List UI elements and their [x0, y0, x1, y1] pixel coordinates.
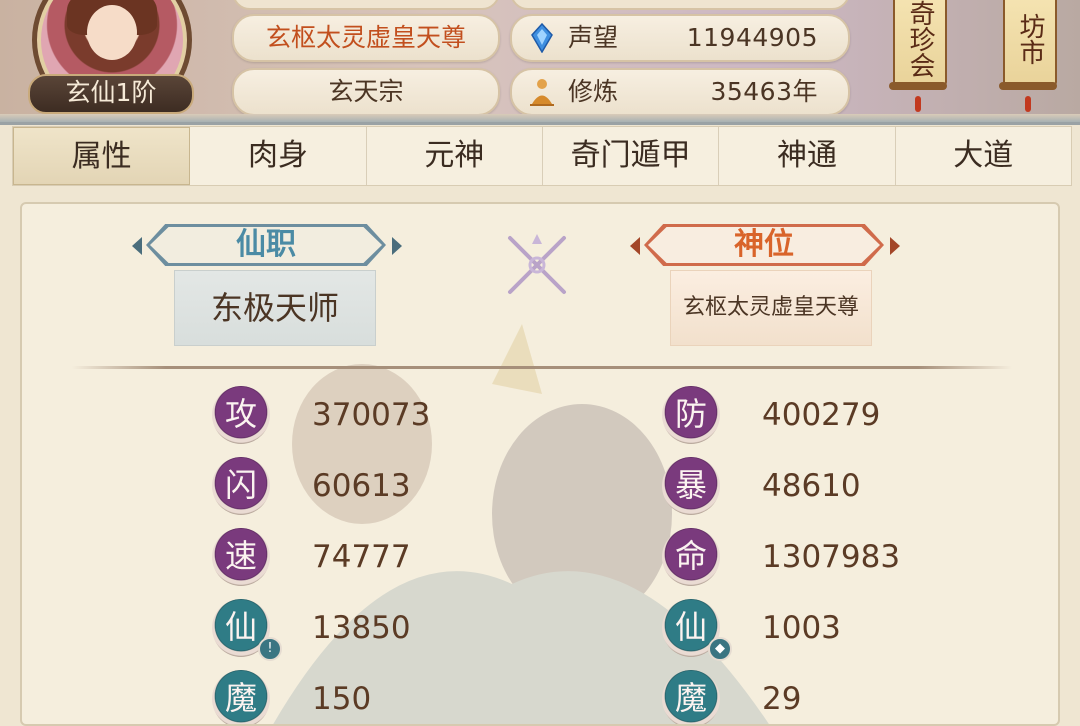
tassel-decoration: [915, 96, 921, 112]
demon-badge-icon: 魔: [662, 670, 720, 724]
sword-mini-icon: !: [258, 637, 282, 661]
defense-value: 400279: [762, 397, 881, 433]
attack-value: 370073: [312, 397, 431, 433]
divine-rank-label: 神位: [734, 227, 794, 262]
attack-badge-icon: 攻: [212, 386, 270, 444]
cultivation-label: 修炼: [568, 77, 619, 106]
speed-badge-icon: 速: [212, 528, 270, 586]
chevron-right-icon: [392, 237, 402, 255]
demon-badge-icon: 魔: [212, 670, 270, 724]
player-sect[interactable]: 玄天宗: [232, 68, 500, 116]
speed-value: 74777: [312, 539, 411, 575]
tab-attributes[interactable]: 属性: [13, 127, 191, 185]
treasure-auction-button[interactable]: 奇珍会: [889, 0, 947, 90]
hp-value: 1307983: [762, 539, 901, 575]
cultivation-field: 修炼 35463年: [510, 68, 850, 116]
tab-divine-powers[interactable]: 神通: [719, 127, 896, 185]
defense-badge-icon: 防: [662, 386, 720, 444]
cultivation-value: 35463年: [710, 77, 818, 106]
fame-label: 声望: [568, 23, 619, 52]
shield-mini-icon: ◆: [708, 637, 732, 661]
tab-qimen[interactable]: 奇门遁甲: [543, 127, 720, 185]
fame-value: 11944905: [686, 23, 818, 52]
tassel-decoration: [1025, 96, 1031, 112]
critical-badge-icon: 暴: [662, 457, 720, 515]
character-header: 玄仙1阶 玄枢太灵虚皇天尊 玄天宗 声望 11944905 修炼 35463年 …: [0, 0, 1080, 125]
divine-rank-banner: 神位: [630, 220, 900, 270]
tab-bar: 属性 肉身 元神 奇门遁甲 神通 大道: [12, 126, 1072, 186]
chevron-left-icon: [630, 237, 640, 255]
tab-great-dao[interactable]: 大道: [896, 127, 1071, 185]
fame-field: 声望 11944905: [510, 14, 850, 62]
header-pill-top-left: [232, 0, 500, 10]
character-illustration: [273, 324, 769, 724]
official-rank-label: 仙职: [236, 227, 296, 262]
demon-attack-value: 150: [312, 681, 372, 717]
chevron-left-icon: [132, 237, 142, 255]
official-rank-banner: 仙职: [132, 220, 402, 270]
crossed-swords-icon: [508, 234, 566, 294]
avatar-face: [87, 5, 137, 60]
tab-spirit[interactable]: 元神: [367, 127, 543, 185]
immortal-attack-value: 13850: [312, 610, 411, 646]
chevron-right-icon: [890, 237, 900, 255]
fame-crystal-icon: [531, 23, 553, 53]
divine-rank-value[interactable]: 玄枢太灵虚皇天尊: [670, 270, 872, 346]
player-title: 玄枢太灵虚皇天尊: [232, 14, 500, 62]
dodge-value: 60613: [312, 468, 411, 504]
immortal-defense-value: 1003: [762, 610, 841, 646]
demon-defense-value: 29: [762, 681, 802, 717]
critical-value: 48610: [762, 468, 861, 504]
meditation-icon: [530, 79, 554, 106]
attributes-panel: 仙职 东极天师 神位 玄枢太灵虚皇天尊 攻 370073 闪 60613 速 7…: [20, 202, 1060, 726]
tab-body[interactable]: 肉身: [190, 127, 367, 185]
official-rank-value[interactable]: 东极天师: [174, 270, 376, 346]
hp-badge-icon: 命: [662, 528, 720, 586]
dodge-badge-icon: 闪: [212, 457, 270, 515]
header-pill-top-right: [510, 0, 850, 10]
rank-badge: 玄仙1阶: [28, 74, 194, 114]
market-button[interactable]: 坊市: [999, 0, 1057, 90]
section-divider: [72, 366, 1012, 369]
